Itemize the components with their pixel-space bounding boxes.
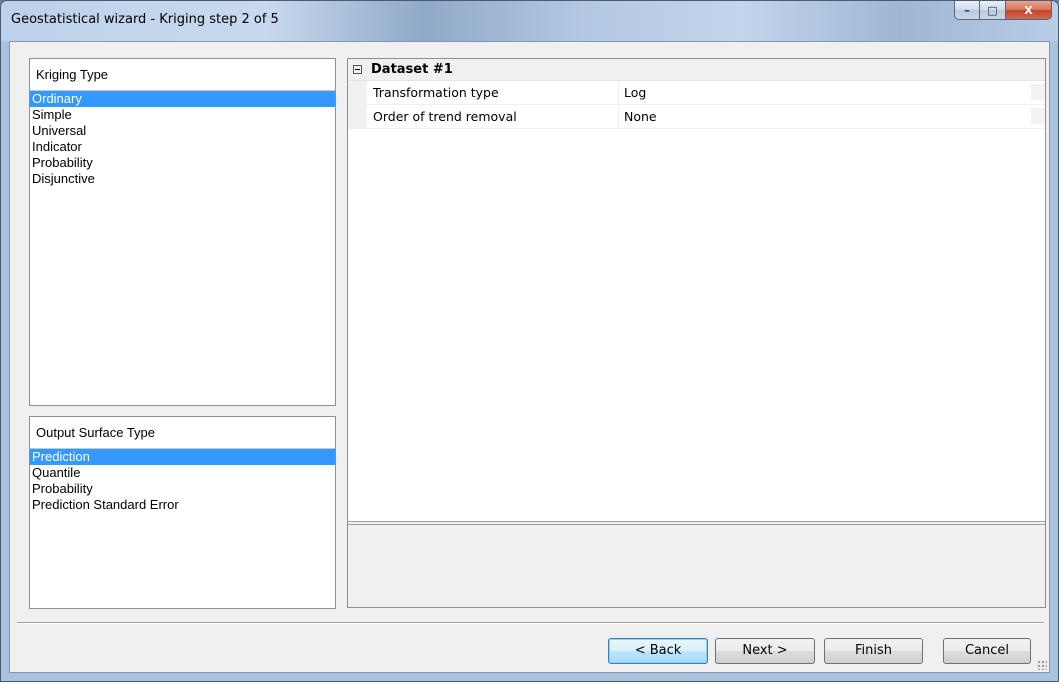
row-gutter [348, 81, 367, 104]
output-surface-item-prediction-standard-error[interactable]: Prediction Standard Error [30, 497, 335, 513]
transformation-type-value[interactable]: Log [619, 81, 1045, 104]
property-row-transformation-type[interactable]: Transformation type Log [348, 81, 1045, 105]
order-of-trend-removal-value[interactable]: None [619, 105, 1045, 128]
property-category[interactable]: Dataset #1 [348, 59, 1045, 81]
kriging-type-item-ordinary[interactable]: Ordinary [30, 91, 335, 107]
output-surface-type-list: Prediction Quantile Probability Predicti… [30, 449, 335, 513]
minimize-icon: – [964, 3, 970, 17]
kriging-type-item-disjunctive[interactable]: Disjunctive [30, 171, 335, 187]
kriging-type-item-simple[interactable]: Simple [30, 107, 335, 123]
collapse-icon[interactable] [353, 65, 362, 74]
property-grid: Dataset #1 Transformation type Log Order… [347, 58, 1046, 608]
property-category-label: Dataset #1 [371, 62, 453, 77]
output-surface-type-header: Output Surface Type [30, 417, 335, 449]
close-button[interactable]: X [1006, 1, 1052, 20]
wizard-window: Geostatistical wizard - Kriging step 2 o… [0, 0, 1059, 682]
output-surface-item-prediction[interactable]: Prediction [30, 449, 335, 465]
resize-grip-icon[interactable] [1037, 660, 1047, 670]
maximize-icon: □ [987, 3, 998, 17]
output-surface-item-quantile[interactable]: Quantile [30, 465, 335, 481]
footer-separator [17, 622, 1044, 624]
kriging-type-header: Kriging Type [30, 59, 335, 91]
property-row-order-of-trend-removal[interactable]: Order of trend removal None [348, 105, 1045, 129]
finish-button[interactable]: Finish [824, 638, 923, 664]
property-value: None [624, 109, 657, 124]
property-name: Order of trend removal [367, 105, 619, 128]
dropdown-arrow-icon[interactable] [1031, 84, 1045, 100]
title-bar[interactable]: Geostatistical wizard - Kriging step 2 o… [1, 1, 1058, 41]
output-surface-item-probability[interactable]: Probability [30, 481, 335, 497]
close-icon: X [1024, 3, 1033, 17]
output-surface-type-panel: Output Surface Type Prediction Quantile … [29, 416, 336, 609]
window-title: Geostatistical wizard - Kriging step 2 o… [11, 12, 279, 27]
back-button[interactable]: < Back [608, 638, 708, 664]
dropdown-arrow-icon[interactable] [1031, 108, 1045, 124]
description-pane [348, 525, 1045, 607]
kriging-type-item-universal[interactable]: Universal [30, 123, 335, 139]
property-value: Log [624, 85, 647, 100]
property-name: Transformation type [367, 81, 619, 104]
row-gutter [348, 105, 367, 128]
cancel-button[interactable]: Cancel [943, 638, 1031, 664]
minimize-button[interactable]: – [954, 1, 980, 20]
maximize-button[interactable]: □ [980, 1, 1006, 20]
kriging-type-item-indicator[interactable]: Indicator [30, 139, 335, 155]
caption-buttons: – □ X [954, 1, 1052, 20]
kriging-type-list: Ordinary Simple Universal Indicator Prob… [30, 91, 335, 187]
next-button[interactable]: Next > [715, 638, 815, 664]
wizard-body: Kriging Type Ordinary Simple Universal I… [9, 41, 1050, 673]
kriging-type-item-probability[interactable]: Probability [30, 155, 335, 171]
kriging-type-panel: Kriging Type Ordinary Simple Universal I… [29, 58, 336, 406]
